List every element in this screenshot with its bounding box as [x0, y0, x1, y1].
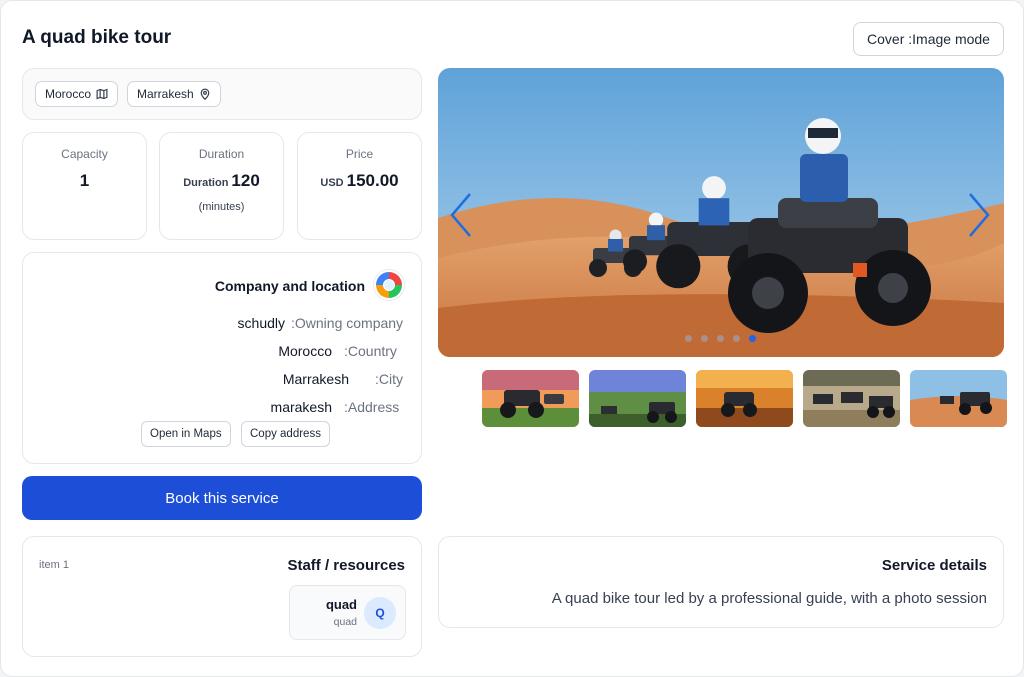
company-card: Company and location schudly :Owning com… — [22, 252, 422, 464]
owner-value: schudly — [237, 315, 285, 331]
thumbnail-1[interactable] — [482, 370, 579, 427]
chevron-left-icon — [450, 193, 471, 237]
location-pin-icon — [200, 88, 210, 100]
carousel-next-button[interactable] — [964, 191, 994, 239]
company-row-owner: schudly :Owning company — [238, 315, 405, 331]
staff-item-label: item 1 — [39, 559, 69, 571]
address-key: :Address — [344, 399, 400, 415]
chevron-right-icon — [969, 193, 990, 237]
carousel-main-image — [438, 68, 1004, 357]
city-value: Marrakesh — [282, 371, 349, 387]
carousel-dot[interactable] — [733, 335, 740, 342]
price-card: Price USD 150.00 — [297, 132, 422, 240]
company-row-country: Morocco :Country — [278, 343, 405, 359]
duration-label: Duration — [198, 147, 245, 161]
capacity-label: Capacity — [61, 147, 108, 161]
company-row-address: marakesh :Address — [271, 399, 405, 415]
book-service-button[interactable]: Book this service — [22, 476, 422, 520]
capacity-value: 1 — [79, 171, 90, 190]
resource-type: quad — [333, 616, 357, 628]
resource-avatar: Q — [364, 597, 396, 629]
carousel-dot[interactable] — [685, 335, 692, 342]
price-label: Price — [345, 147, 374, 161]
copy-address-button[interactable]: Copy address — [241, 421, 330, 447]
company-row-city: Marrakesh :City — [283, 371, 405, 387]
chip-city[interactable]: Marrakesh — [127, 81, 221, 107]
duration-value-row: Duration 120 — [160, 171, 283, 191]
thumbnail-5[interactable] — [910, 370, 1007, 427]
price-value: 150.00 — [346, 171, 399, 190]
city-key: :City — [375, 371, 403, 387]
thumbnail-3[interactable] — [696, 370, 793, 427]
capacity-card: Capacity 1 — [22, 132, 147, 240]
company-logo-icon — [373, 269, 405, 301]
company-title: Company and location — [214, 278, 365, 294]
staff-title: Staff / resources — [287, 557, 405, 574]
service-page: A quad bike tour Cover :Image mode Moroc… — [0, 0, 1024, 677]
staff-card: item 1 Staff / resources quad quad Q — [22, 536, 422, 657]
price-currency: USD — [320, 177, 344, 189]
location-chips-card: Morocco Marrakesh — [22, 68, 422, 120]
owner-key: :Owning company — [291, 315, 404, 331]
thumbnail-strip — [482, 370, 1007, 427]
address-value: marakesh — [270, 399, 332, 415]
price-value-row: USD 150.00 — [298, 171, 421, 191]
map-icon — [96, 88, 108, 100]
chip-city-label: Marrakesh — [137, 87, 194, 101]
page-title: A quad bike tour — [22, 27, 172, 48]
service-details-title: Service details — [881, 557, 987, 574]
carousel-dot[interactable] — [717, 335, 724, 342]
open-in-maps-button[interactable]: Open in Maps — [141, 421, 231, 447]
carousel-prev-button[interactable] — [446, 191, 476, 239]
country-value: Morocco — [278, 343, 332, 359]
thumbnail-4[interactable] — [803, 370, 900, 427]
service-details-description: A quad bike tour led by a professional g… — [551, 590, 987, 607]
chip-country[interactable]: Morocco — [35, 81, 119, 107]
duration-unit: (minutes) — [198, 201, 245, 213]
thumbnail-2[interactable] — [589, 370, 686, 427]
carousel-dot-active[interactable] — [749, 335, 756, 342]
carousel-dots — [685, 335, 756, 342]
service-details-card: Service details A quad bike tour led by … — [438, 536, 1004, 628]
image-carousel[interactable] — [438, 68, 1004, 357]
country-key: :Country — [344, 343, 397, 359]
duration-value: 120 — [231, 171, 260, 190]
image-mode-button[interactable]: Cover :Image mode — [853, 22, 1004, 56]
resource-name: quad — [325, 597, 357, 612]
duration-prefix: Duration — [183, 177, 229, 189]
chip-country-label: Morocco — [45, 87, 92, 101]
carousel-dot[interactable] — [701, 335, 708, 342]
resource-card[interactable]: quad quad Q — [289, 585, 406, 640]
duration-card: Duration Duration 120 (minutes) — [159, 132, 284, 240]
